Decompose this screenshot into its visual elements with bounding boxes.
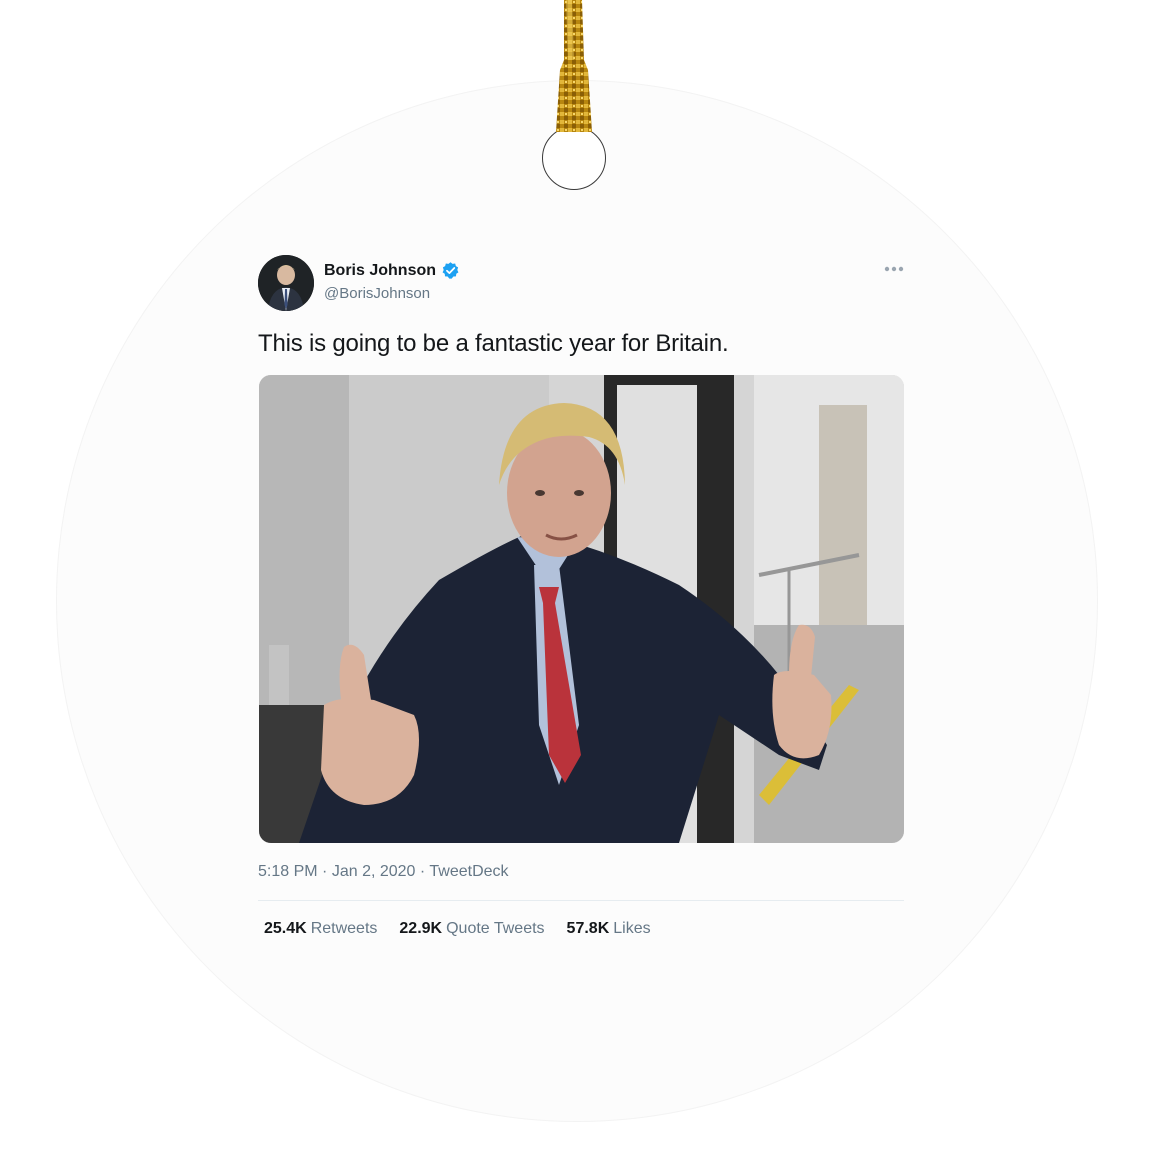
divider (258, 900, 904, 901)
quote-tweets-label: Quote Tweets (446, 920, 545, 937)
separator-2: · (419, 863, 426, 880)
engagement-stats: 25.4K Retweets 22.9K Quote Tweets 57.8K Lik… (264, 920, 651, 938)
tweet-photo[interactable] (259, 375, 904, 843)
tweet-date[interactable]: Jan 2, 2020 (332, 863, 416, 880)
tweet-source[interactable]: TweetDeck (429, 863, 508, 880)
quote-tweets-count: 22.9K (399, 920, 443, 937)
name-row: Boris Johnson (324, 261, 460, 280)
retweets-label: Retweets (310, 920, 378, 937)
product-image: Boris Johnson @BorisJohnson This is goin… (0, 0, 1155, 1155)
stat-quote-tweets[interactable]: 22.9K Quote Tweets (399, 920, 544, 938)
more-options-icon[interactable] (882, 261, 906, 277)
display-name[interactable]: Boris Johnson (324, 262, 436, 280)
stat-likes[interactable]: 57.8K Likes (567, 920, 651, 938)
separator-1: · (322, 863, 328, 880)
stat-retweets[interactable]: 25.4K Retweets (264, 920, 377, 938)
tweet-header: Boris Johnson @BorisJohnson (258, 255, 906, 315)
tweet-meta: 5:18 PM · Jan 2, 2020 · TweetDeck (258, 863, 509, 881)
user-handle[interactable]: @BorisJohnson (324, 285, 430, 302)
tweet-time[interactable]: 5:18 PM (258, 863, 318, 880)
tweet-text: This is going to be a fantastic year for… (258, 330, 729, 357)
avatar[interactable] (258, 255, 314, 311)
likes-count: 57.8K (566, 920, 610, 937)
verified-badge-icon (442, 262, 459, 279)
photo-illustration (259, 375, 904, 843)
retweets-count: 25.4K (264, 920, 307, 937)
gold-ribbon (556, 0, 592, 132)
likes-label: Likes (613, 920, 651, 937)
